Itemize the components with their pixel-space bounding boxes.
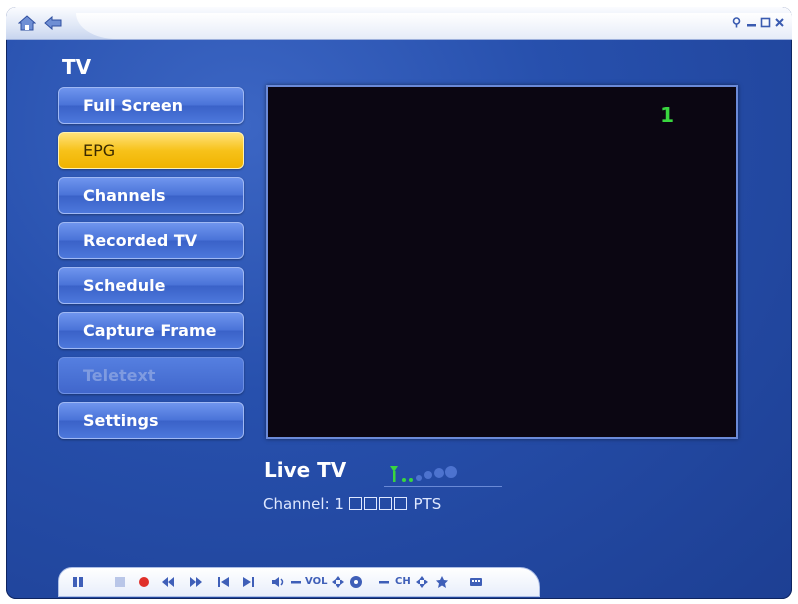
channel-label: CH [395,576,411,587]
pid-box [363,497,377,510]
transport-bar: VOL CH [58,567,540,597]
volume-label: VOL [305,576,328,587]
pid-box [348,497,362,510]
channel-info: Channel: 1 PTS [263,495,441,513]
volume-down-icon[interactable] [289,575,303,589]
live-tv-label: Live TV [264,458,347,482]
channel-up-icon[interactable] [415,575,429,589]
minimize-icon[interactable] [746,17,757,28]
previous-icon[interactable] [217,575,231,589]
pts-label: PTS [413,495,442,513]
help-icon[interactable] [731,17,742,28]
pid-box [393,497,407,510]
keyboard-icon[interactable] [469,575,483,589]
pid-box [378,497,392,510]
channel-down-icon[interactable] [377,575,391,589]
back-icon[interactable] [44,15,62,31]
signal-strength-icon [384,466,502,487]
menu-item-schedule[interactable]: Schedule [58,267,244,304]
title-bar [6,7,792,40]
volume-up-icon[interactable] [331,575,345,589]
menu-item-channels[interactable]: Channels [58,177,244,214]
video-preview[interactable]: 1 [266,85,738,439]
record-icon[interactable] [137,575,151,589]
mute-icon[interactable] [349,575,363,589]
menu-item-recorded-tv[interactable]: Recorded TV [58,222,244,259]
menu-item-teletext: Teletext [58,357,244,394]
stop-icon[interactable] [113,575,127,589]
maximize-icon[interactable] [760,17,771,28]
channel-text: Channel: 1 [263,495,344,513]
osd-channel-number: 1 [660,103,674,127]
menu-item-epg[interactable]: EPG [58,132,244,169]
media-center-window: TV Full Screen EPG Channels Recorded TV … [6,7,792,599]
home-icon[interactable] [18,15,36,31]
speaker-icon[interactable] [271,575,285,589]
menu-item-full-screen[interactable]: Full Screen [58,87,244,124]
pause-icon[interactable] [71,575,85,589]
fast-forward-icon[interactable] [189,575,203,589]
rewind-icon[interactable] [161,575,175,589]
menu-item-capture-frame[interactable]: Capture Frame [58,312,244,349]
favorite-icon[interactable] [435,575,449,589]
close-icon[interactable] [774,17,785,28]
menu-item-settings[interactable]: Settings [58,402,244,439]
next-icon[interactable] [241,575,255,589]
page-title: TV [62,55,92,79]
